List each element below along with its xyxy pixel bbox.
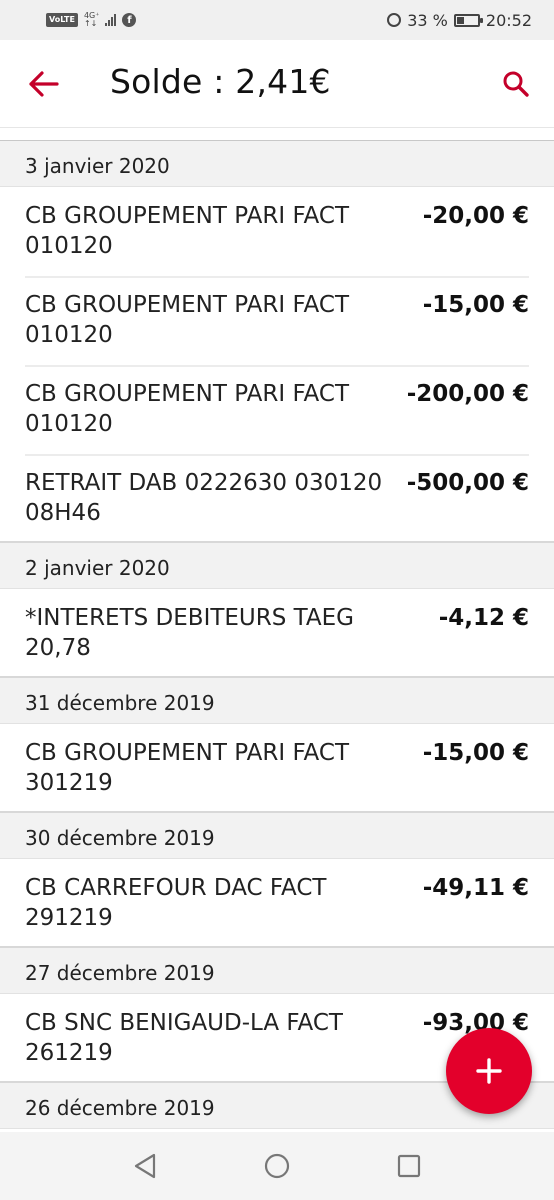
transaction-label: CB GROUPEMENT PARI FACT 010120 <box>25 203 349 259</box>
transaction-amount: -49,11 € <box>422 875 529 901</box>
date-group-header: 3 janvier 2020 <box>0 141 554 187</box>
transaction-label: CB SNC BENIGAUD-LA FACT 261219 <box>25 1010 343 1066</box>
transaction-row[interactable]: CB GROUPEMENT PARI FACT 010120 -15,00 € <box>0 276 554 365</box>
transaction-row[interactable]: CB GROUPEMENT PARI FACT 301219 -15,00 € <box>0 724 554 813</box>
transaction-row[interactable]: CB CARREFOUR DAC FACT 291219 -49,11 € <box>0 859 554 948</box>
transaction-label: *INTERETS DEBITEURS TAEG 20,78 <box>25 605 355 661</box>
volte-badge: VoLTE <box>46 13 78 27</box>
transaction-label: CB CARREFOUR DAC FACT 291219 <box>25 875 327 931</box>
system-nav-bar <box>0 1132 554 1200</box>
date-group-header: 27 décembre 2019 <box>0 948 554 994</box>
network-type-bottom: ↑↓ <box>83 19 98 28</box>
transaction-amount: -500,00 € <box>406 470 529 496</box>
network-type: 4G⁺ ↑↓ <box>84 12 100 28</box>
transaction-row[interactable]: CB GROUPEMENT PARI FACT 010120 -20,00 € <box>0 187 554 276</box>
battery-fill <box>456 16 464 24</box>
status-right: 33 % 20:52 <box>387 11 532 30</box>
transaction-label: CB GROUPEMENT PARI FACT 010120 <box>25 292 349 348</box>
home-circle-icon <box>264 1153 290 1179</box>
battery-percent: 33 % <box>407 10 448 30</box>
transaction-row[interactable]: RETRAIT DAB 0222630 030120 08H46 -500,00 … <box>0 454 554 543</box>
signal-icon <box>105 14 117 26</box>
search-icon <box>503 71 529 97</box>
arrow-left-icon <box>29 71 59 97</box>
transaction-amount: -20,00 € <box>422 203 529 229</box>
recents-square-icon <box>397 1154 421 1178</box>
add-fab-button[interactable] <box>446 1028 532 1114</box>
transaction-label: CB GROUPEMENT PARI FACT 301219 <box>25 740 349 796</box>
status-bar: VoLTE 4G⁺ ↑↓ f 33 % 20:52 <box>0 0 554 40</box>
status-left: VoLTE 4G⁺ ↑↓ f <box>46 12 137 28</box>
date-group-header: 30 décembre 2019 <box>0 813 554 859</box>
nav-back-button[interactable] <box>125 1146 165 1186</box>
transaction-amount: -4,12 € <box>438 605 529 631</box>
transaction-row[interactable]: CB GROUPEMENT PARI FACT 010120 -200,00 € <box>0 365 554 454</box>
date-group-header: 2 janvier 2020 <box>0 543 554 589</box>
nav-home-button[interactable] <box>257 1146 297 1186</box>
plus-icon <box>476 1058 502 1084</box>
facebook-notification-icon: f <box>122 13 137 27</box>
transaction-row[interactable]: *INTERETS DEBITEURS TAEG 20,78 -4,12 € <box>0 589 554 678</box>
date-group-header: 31 décembre 2019 <box>0 678 554 724</box>
transaction-label: RETRAIT DAB 0222630 030120 08H46 <box>25 470 383 526</box>
transactions-list[interactable]: 3 janvier 2020 CB GROUPEMENT PARI FACT 01… <box>0 140 554 1132</box>
back-button[interactable] <box>24 66 64 102</box>
alarm-icon <box>387 13 402 27</box>
transaction-amount: -200,00 € <box>406 381 529 407</box>
transaction-label: CB GROUPEMENT PARI FACT 010120 <box>25 381 349 437</box>
balance-title: Solde : 2,41€ <box>110 62 331 101</box>
clock: 20:52 <box>485 10 532 30</box>
nav-recents-button[interactable] <box>389 1146 429 1186</box>
back-triangle-icon <box>134 1153 156 1179</box>
transaction-amount: -15,00 € <box>422 292 529 318</box>
app-screen: VoLTE 4G⁺ ↑↓ f 33 % 20:52 Solde : 2,41€ <box>0 0 554 1200</box>
transaction-amount: -15,00 € <box>422 740 529 766</box>
search-button[interactable] <box>498 66 534 102</box>
app-header: Solde : 2,41€ <box>0 40 554 128</box>
battery-icon <box>453 13 483 27</box>
